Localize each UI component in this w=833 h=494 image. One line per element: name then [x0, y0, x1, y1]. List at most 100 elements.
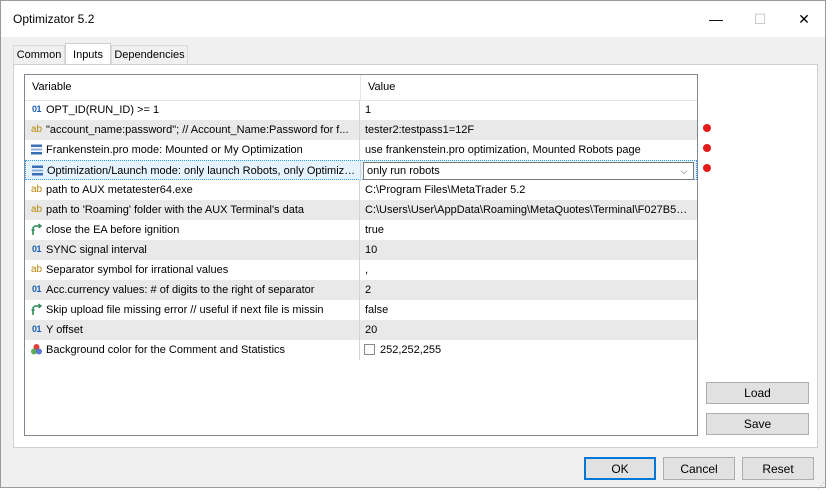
int-icon: 01 — [31, 104, 42, 114]
variable-cell[interactable]: Optimization/Launch mode: only launch Ro… — [26, 161, 361, 181]
close-icon: ✕ — [798, 10, 810, 27]
variable-name: Optimization/Launch mode: only launch Ro… — [47, 165, 356, 177]
variable-cell[interactable]: 01 Y offset — [25, 320, 360, 340]
table-row[interactable]: Frankenstein.pro mode: Mounted or My Opt… — [25, 140, 697, 160]
variable-name: SYNC signal interval — [46, 244, 147, 256]
int-icon: 01 — [31, 284, 42, 294]
variable-cell[interactable]: ab path to AUX metatester64.exe — [25, 180, 360, 200]
variable-name: OPT_ID(RUN_ID) >= 1 — [46, 104, 160, 116]
variable-value: 20 — [365, 324, 378, 336]
table-row[interactable]: ab "account_name:password"; // Account_Na… — [25, 120, 697, 140]
string-icon: ab — [30, 124, 43, 135]
variable-cell[interactable]: ab path to 'Roaming' folder with the AUX … — [25, 200, 360, 220]
variable-value: 1 — [365, 104, 372, 116]
inputs-grid[interactable]: Variable Value 01 OPT_ID(RUN_ID) >= 1 1 ab "… — [24, 74, 698, 436]
variable-cell[interactable]: 01 Acc.currency values: # of digits to th… — [25, 280, 360, 300]
resize-grip-icon[interactable]: ⋰ — [817, 481, 825, 490]
tab-common[interactable]: Common — [13, 45, 65, 64]
value-cell[interactable]: 10 — [360, 240, 697, 260]
variable-name: close the EA before ignition — [46, 224, 180, 236]
ok-button[interactable]: OK — [584, 457, 656, 480]
color-swatch[interactable] — [364, 344, 375, 355]
variable-value: true — [365, 224, 384, 236]
maximize-button[interactable]: ☐ — [737, 1, 783, 37]
dropdown-selected-value: only run robots — [367, 165, 440, 177]
value-cell[interactable]: tester2:testpass1=12F — [360, 120, 697, 140]
variable-name: path to 'Roaming' folder with the AUX Te… — [46, 204, 305, 216]
cancel-button[interactable]: Cancel — [663, 457, 735, 480]
variable-cell[interactable]: Frankenstein.pro mode: Mounted or My Opt… — [25, 140, 360, 160]
variable-name: Acc.currency values: # of digits to the … — [46, 284, 315, 296]
grid-header: Variable Value — [25, 75, 697, 101]
variable-cell[interactable]: Skip upload file missing error // useful… — [25, 300, 360, 320]
value-cell[interactable]: 252,252,255 — [360, 340, 697, 360]
value-dropdown[interactable]: only run robots ⌵ — [363, 162, 694, 180]
modified-marker — [703, 124, 711, 132]
minimize-button[interactable]: — — [693, 1, 739, 37]
table-row[interactable]: 01 SYNC signal interval 10 — [25, 240, 697, 260]
tab-dependencies[interactable]: Dependencies — [111, 45, 188, 64]
enum-icon — [31, 164, 44, 177]
tab-inputs[interactable]: Inputs — [65, 43, 111, 65]
table-row[interactable]: 01 OPT_ID(RUN_ID) >= 1 1 — [25, 100, 697, 120]
color-icon — [30, 343, 43, 356]
value-cell[interactable]: C:\Users\User\AppData\Roaming\MetaQuotes… — [360, 200, 697, 220]
variable-value: false — [365, 304, 389, 316]
variable-name: "account_name:password"; // Account_Name… — [46, 124, 349, 136]
variable-value: C:\Users\User\AppData\Roaming\MetaQuotes… — [365, 204, 693, 216]
value-cell[interactable]: use frankenstein.pro optimization, Mount… — [360, 140, 697, 160]
reset-button[interactable]: Reset — [742, 457, 814, 480]
variable-value: 2 — [365, 284, 372, 296]
modified-marker — [703, 144, 711, 152]
variable-cell[interactable]: 01 OPT_ID(RUN_ID) >= 1 — [25, 100, 360, 120]
variable-cell[interactable]: 01 SYNC signal interval — [25, 240, 360, 260]
table-row[interactable]: Background color for the Comment and Sta… — [25, 340, 697, 360]
save-button[interactable]: Save — [706, 413, 809, 435]
variable-cell[interactable]: Background color for the Comment and Sta… — [25, 340, 360, 360]
load-button[interactable]: Load — [706, 382, 809, 404]
table-row[interactable]: ab path to 'Roaming' folder with the AUX … — [25, 200, 697, 220]
chevron-down-icon[interactable]: ⌵ — [677, 163, 691, 179]
value-cell[interactable]: true — [360, 220, 697, 240]
variable-cell[interactable]: close the EA before ignition — [25, 220, 360, 240]
table-row[interactable]: ab Separator symbol for irrational values… — [25, 260, 697, 280]
variable-name: path to AUX metatester64.exe — [46, 184, 193, 196]
bool-icon — [30, 223, 43, 236]
int-icon: 01 — [31, 244, 42, 254]
variable-value: use frankenstein.pro optimization, Mount… — [365, 144, 641, 156]
window-title: Optimizator 5.2 — [13, 12, 95, 26]
variable-cell[interactable]: ab "account_name:password"; // Account_Na… — [25, 120, 360, 140]
variable-value: C:\Program Files\MetaTrader 5.2 — [365, 184, 526, 196]
string-icon: ab — [30, 184, 43, 195]
optimizator-dialog: Optimizator 5.2 — ☐ ✕ Common Inputs Depe… — [0, 0, 826, 490]
string-icon: ab — [30, 204, 43, 215]
variable-value: 252,252,255 — [380, 344, 442, 356]
variable-name: Frankenstein.pro mode: Mounted or My Opt… — [46, 144, 303, 156]
column-header-variable[interactable]: Variable — [25, 75, 360, 100]
value-cell[interactable]: C:\Program Files\MetaTrader 5.2 — [360, 180, 697, 200]
maximize-icon: ☐ — [753, 10, 767, 27]
table-row[interactable]: close the EA before ignition true — [25, 220, 697, 240]
int-icon: 01 — [31, 324, 42, 334]
table-row[interactable]: 01 Y offset 20 — [25, 320, 697, 340]
value-cell[interactable]: 20 — [360, 320, 697, 340]
value-cell[interactable]: 1 — [360, 100, 697, 120]
title-bar: Optimizator 5.2 — ☐ ✕ — [1, 1, 825, 37]
value-cell[interactable]: false — [360, 300, 697, 320]
variable-name: Separator symbol for irrational values — [46, 264, 229, 276]
value-cell[interactable]: , — [360, 260, 697, 280]
table-row[interactable]: Skip upload file missing error // useful… — [25, 300, 697, 320]
variable-name: Skip upload file missing error // useful… — [46, 304, 324, 316]
close-button[interactable]: ✕ — [781, 1, 827, 37]
enum-icon — [30, 143, 43, 156]
variable-name: Y offset — [46, 324, 83, 336]
value-cell[interactable]: only run robots ⌵ — [361, 161, 698, 181]
table-row[interactable]: Optimization/Launch mode: only launch Ro… — [25, 160, 698, 181]
column-header-value[interactable]: Value — [361, 75, 697, 100]
table-row[interactable]: 01 Acc.currency values: # of digits to th… — [25, 280, 697, 300]
table-row[interactable]: ab path to AUX metatester64.exe C:\Program… — [25, 180, 697, 200]
variable-cell[interactable]: ab Separator symbol for irrational values — [25, 260, 360, 280]
background-chart-right — [826, 0, 833, 494]
value-cell[interactable]: 2 — [360, 280, 697, 300]
variable-value: , — [365, 264, 369, 276]
